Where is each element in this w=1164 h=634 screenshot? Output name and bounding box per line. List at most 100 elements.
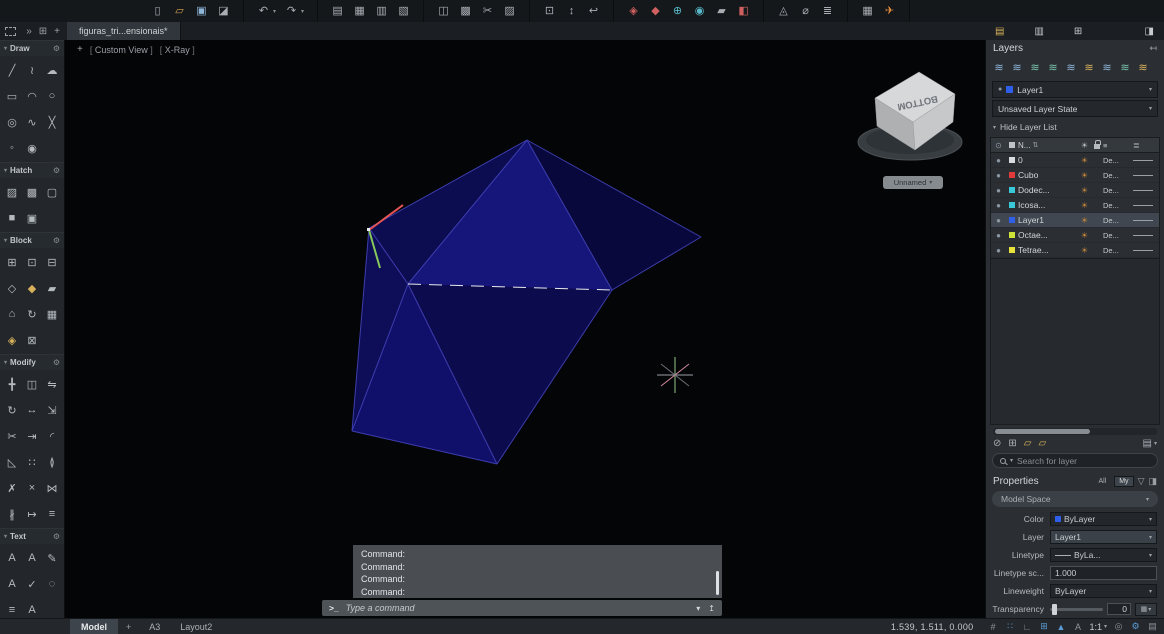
layer-lineweight[interactable]: De... bbox=[1103, 216, 1133, 225]
gear-icon[interactable]: ⚙ bbox=[53, 358, 60, 367]
layer-freeze-icon[interactable]: ≋ bbox=[1028, 61, 1042, 74]
layer-visibility-icon[interactable]: ● bbox=[991, 231, 1006, 240]
share-command-icon[interactable]: ↥ bbox=[708, 604, 715, 613]
view-name-dropdown[interactable]: Unnamed ▾ bbox=[883, 176, 943, 189]
isolate-objects-icon[interactable]: ◎ bbox=[1113, 621, 1124, 632]
stretch-tool-icon[interactable]: ↔ bbox=[22, 397, 42, 423]
find-text-tool-icon[interactable]: ◌ bbox=[42, 571, 62, 597]
linetype-column-icon[interactable]: ≣ bbox=[1133, 141, 1159, 150]
customize-icon[interactable]: ▤ bbox=[1147, 621, 1158, 632]
plot-icon[interactable]: ▦ bbox=[353, 0, 366, 22]
section-header-modify[interactable]: ▾ Modify ⚙ bbox=[0, 354, 64, 370]
sort-icon[interactable]: ⇅ bbox=[1032, 141, 1038, 149]
ellipse-tool-icon[interactable]: ◎ bbox=[2, 109, 22, 135]
visual-style-control[interactable]: X-Ray bbox=[160, 45, 195, 55]
open-file-icon[interactable]: ▱ bbox=[173, 0, 186, 22]
lineweight-dropdown[interactable]: ByLayer ▾ bbox=[1050, 584, 1157, 598]
linetype-scale-field[interactable]: 1.000 bbox=[1050, 566, 1157, 580]
layer-state-dropdown[interactable]: Unsaved Layer State ▾ bbox=[992, 100, 1158, 117]
attribute-manager-tool-icon[interactable]: ▦ bbox=[42, 301, 62, 327]
write-block-tool-icon[interactable]: ⊟ bbox=[42, 249, 62, 275]
save-icon[interactable]: ▣ bbox=[195, 0, 208, 22]
new-group-filter-icon[interactable]: ▱ bbox=[1024, 438, 1032, 449]
layer-unlock-icon[interactable]: ≋ bbox=[1100, 61, 1114, 74]
xref-icon[interactable]: ◈ bbox=[627, 0, 640, 22]
pin-icon[interactable]: ◨ bbox=[1148, 476, 1157, 487]
justify-text-tool-icon[interactable]: ≡ bbox=[2, 597, 22, 618]
sheet-set-icon[interactable]: ≣ bbox=[821, 0, 834, 22]
point-tool-icon[interactable]: ◦ bbox=[2, 135, 22, 161]
layer-color-swatch[interactable] bbox=[1009, 157, 1015, 163]
revision-cloud-tool-icon[interactable]: ☁ bbox=[42, 57, 62, 83]
solid-fill-tool-icon[interactable]: ■ bbox=[2, 205, 22, 231]
layer-isolate-icon[interactable]: ≋ bbox=[1010, 61, 1024, 74]
copy-clip-icon[interactable]: ◫ bbox=[437, 0, 450, 22]
align-tool-icon[interactable]: ≡ bbox=[42, 501, 62, 527]
construction-line-tool-icon[interactable]: ╳ bbox=[42, 109, 62, 135]
color-column-icon[interactable] bbox=[1009, 142, 1015, 148]
donut-tool-icon[interactable]: ◉ bbox=[22, 135, 42, 161]
previous-view-icon[interactable]: ↩ bbox=[587, 0, 600, 22]
undo-icon[interactable]: ↶ bbox=[257, 0, 270, 22]
export-pdf-icon[interactable]: ◧ bbox=[737, 0, 750, 22]
count-blocks-tool-icon[interactable]: ⊠ bbox=[22, 327, 42, 353]
layer-row-tetraedro[interactable]: ● Tetrae... ☀ De... bbox=[991, 243, 1159, 258]
external-reference-tool-icon[interactable]: ◈ bbox=[2, 327, 22, 353]
current-layer-dropdown[interactable]: ● Layer1 ▾ bbox=[992, 81, 1158, 98]
offset-tool-icon[interactable]: ≬ bbox=[42, 449, 62, 475]
layer-linetype-preview[interactable] bbox=[1133, 204, 1159, 206]
join-tool-icon[interactable]: ⋈ bbox=[42, 475, 62, 501]
multiline-text-tool-icon[interactable]: A bbox=[2, 545, 22, 571]
layer-row-dodecaedro[interactable]: ● Dodec... ☀ De... bbox=[991, 183, 1159, 198]
layer-row-layer1[interactable]: ● Layer1 ☀ De... bbox=[991, 213, 1159, 228]
layer-lineweight[interactable]: De... bbox=[1103, 186, 1133, 195]
undo-dropdown-icon[interactable]: ▾ bbox=[273, 8, 276, 15]
layer-row-cubo[interactable]: ● Cubo ☀ De... bbox=[991, 168, 1159, 183]
collapse-chevron-icon[interactable]: ▾ bbox=[4, 167, 7, 174]
edit-attribute-tool-icon[interactable]: ◆ bbox=[22, 275, 42, 301]
section-header-hatch[interactable]: ▾ Hatch ⚙ bbox=[0, 162, 64, 178]
transparency-options-button[interactable]: ▦ ▾ bbox=[1135, 602, 1157, 616]
layer-row-icosaedro[interactable]: ● Icosa... ☀ De... bbox=[991, 198, 1159, 213]
circle-tool-icon[interactable]: ○ bbox=[42, 83, 62, 109]
rectangle-tool-icon[interactable]: ▭ bbox=[2, 83, 22, 109]
panel-auto-hide-icon[interactable]: ↤ bbox=[1149, 43, 1157, 54]
horizontal-scrollbar[interactable] bbox=[993, 428, 1157, 435]
freeze-column-icon[interactable]: ☀ bbox=[1078, 141, 1091, 150]
collapse-chevron-icon[interactable]: ▾ bbox=[4, 533, 7, 540]
layer-dropdown[interactable]: Layer1 ▾ bbox=[1050, 530, 1157, 544]
layer-row-octaedro[interactable]: ● Octae... ☀ De... bbox=[991, 228, 1159, 243]
ortho-mode-icon[interactable]: ∟ bbox=[1021, 622, 1032, 632]
transparency-slider-handle[interactable] bbox=[1052, 603, 1057, 615]
layout-grid-icon[interactable]: ▦ bbox=[861, 0, 874, 22]
batch-plot-icon[interactable]: ▧ bbox=[397, 0, 410, 22]
tool-palettes-icon[interactable]: ◆ bbox=[649, 0, 662, 22]
layer-search-input[interactable]: ▾ Search for layer bbox=[992, 453, 1158, 468]
layer-lock-icon[interactable]: ≋ bbox=[1046, 61, 1060, 74]
recent-commands-chevron-icon[interactable]: ▾ bbox=[696, 604, 700, 613]
layer-freeze-icon[interactable]: ☀ bbox=[1078, 246, 1091, 255]
layer-linetype-preview[interactable] bbox=[1133, 159, 1159, 161]
define-attribute-tool-icon[interactable]: ◇ bbox=[2, 275, 22, 301]
etransmit-icon[interactable]: ◉ bbox=[693, 0, 706, 22]
collapse-chevron-icon[interactable]: ▾ bbox=[4, 45, 7, 52]
redo-dropdown-icon[interactable]: ▾ bbox=[301, 8, 304, 15]
overflow-chevrons-icon[interactable]: » bbox=[22, 26, 36, 37]
layer-lineweight[interactable]: De... bbox=[1103, 201, 1133, 210]
layer-color-swatch[interactable] bbox=[1009, 202, 1015, 208]
layer-settings-icon[interactable]: ≋ bbox=[1136, 61, 1150, 74]
collapse-chevron-icon[interactable]: ▾ bbox=[4, 237, 7, 244]
extend-tool-icon[interactable]: ⇥ bbox=[22, 423, 42, 449]
gear-icon[interactable]: ⚙ bbox=[53, 166, 60, 175]
layer-linetype-preview[interactable] bbox=[1133, 174, 1159, 176]
document-tab[interactable]: figuras_tri...ensionais* bbox=[67, 22, 181, 40]
new-layer-state-icon[interactable]: ⊞ bbox=[1008, 438, 1016, 449]
layer-freeze-icon[interactable]: ☀ bbox=[1078, 156, 1091, 165]
print-icon[interactable]: ▤ bbox=[331, 0, 344, 22]
annotation-visibility-icon[interactable]: ▲ bbox=[1055, 622, 1066, 632]
drawing-viewport[interactable]: + Custom View X-Ray BOTTOM Unnamed ▾ Com… bbox=[65, 40, 985, 618]
spline-tool-icon[interactable]: ∿ bbox=[22, 109, 42, 135]
layer-color-swatch[interactable] bbox=[1009, 247, 1015, 253]
linetype-dropdown[interactable]: ByLa... ▾ bbox=[1050, 548, 1157, 562]
gear-icon[interactable]: ⚙ bbox=[53, 532, 60, 541]
